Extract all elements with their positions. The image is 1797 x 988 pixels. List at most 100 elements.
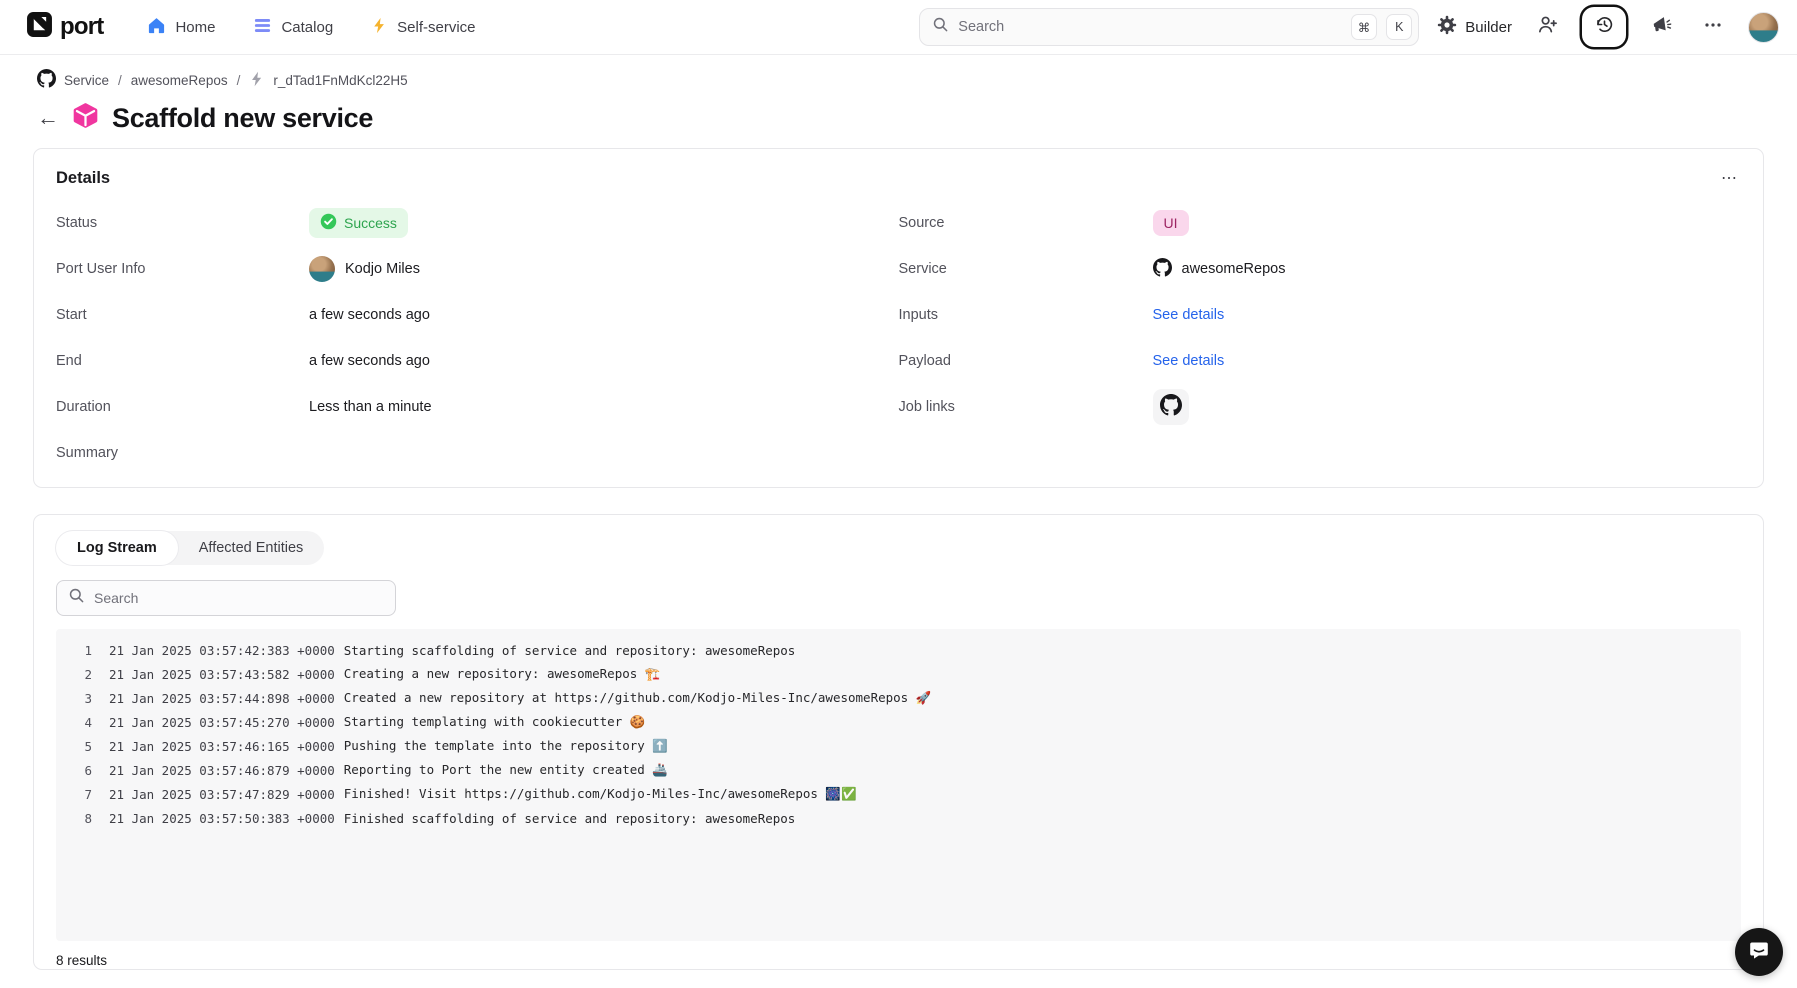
detail-row: Job links [899,384,1742,430]
global-search-placeholder: Search [958,19,1342,35]
cube-icon [72,102,99,134]
detail-row: Enda few seconds ago [56,338,899,384]
detail-value: Kodjo Miles [309,256,420,282]
log-message: Starting templating with cookiecutter 🍪 [344,714,646,730]
audit-history-button[interactable] [1582,7,1626,47]
status-badge-label: Success [344,215,397,231]
port-logo[interactable]: port [26,11,103,43]
log-line-number: 1 [56,643,92,658]
nav-item-home[interactable]: Home [147,16,215,39]
source-badge: UI [1153,210,1189,236]
detail-label: Status [56,215,309,231]
search-icon [68,587,85,609]
log-line: 4 21 Jan 2025 03:57:45:270 +0000 Starting … [56,710,1741,734]
log-line: 3 21 Jan 2025 03:57:44:898 +0000 Created a… [56,686,1741,710]
results-count: 8 results [56,953,1741,968]
log-stream-output: 121 Jan 2025 03:57:42:383 +0000Starting … [56,629,1741,941]
log-message: Finished scaffolding of service and repo… [344,811,796,826]
primary-nav: Home Catalog Self-service [147,16,475,39]
gear-icon [1437,15,1457,39]
detail-label: Payload [899,353,1153,369]
log-line-number: 3 [56,691,92,706]
announcements-button[interactable] [1644,10,1678,44]
detail-label: Start [56,307,309,323]
breadcrumb-item[interactable]: Service [37,69,109,91]
details-left-column: StatusSuccessPort User InfoKodjo MilesSt… [56,200,899,476]
nav-item-label: Catalog [281,19,333,36]
cmd-key-badge: ⌘ [1351,14,1378,40]
breadcrumb: Service/awesomeRepos/r_dTad1FnMdKcl22H5 [37,69,1797,91]
log-line-number: 7 [56,787,92,802]
port-logo-text: port [60,13,103,41]
detail-label: Inputs [899,307,1153,323]
job-link-github-button[interactable] [1153,389,1189,425]
breadcrumb-label: Service [64,73,109,88]
log-message: Starting scaffolding of service and repo… [344,643,796,658]
global-search-input[interactable]: Search ⌘ K [919,8,1419,46]
page-title: Scaffold new service [112,103,373,134]
detail-value: See details [1153,307,1225,323]
log-timestamp: 21 Jan 2025 03:57:47:829 +0000 [109,787,335,802]
person-add-icon [1537,14,1558,40]
see-details-link[interactable]: See details [1153,353,1225,369]
github-icon [1160,394,1182,420]
tab-affected-entities[interactable]: Affected Entities [178,531,325,565]
builder-button[interactable]: Builder [1437,15,1512,39]
breadcrumb-separator: / [118,73,122,88]
log-line-number: 6 [56,763,92,778]
log-timestamp: 21 Jan 2025 03:57:46:879 +0000 [109,763,335,778]
invite-user-button[interactable] [1530,10,1564,44]
log-message: Creating a new repository: awesomeRepos … [344,666,661,682]
detail-label: End [56,353,309,369]
github-icon [37,69,56,91]
megaphone-icon [1651,14,1672,40]
navbar-more-button[interactable] [1696,10,1730,44]
log-timestamp: 21 Jan 2025 03:57:46:165 +0000 [109,739,335,754]
see-details-link[interactable]: See details [1153,307,1225,323]
detail-value: UI [1153,210,1189,236]
log-timestamp: 21 Jan 2025 03:57:45:270 +0000 [109,715,335,730]
tab-log-stream[interactable]: Log Stream [56,531,178,565]
detail-text-value: a few seconds ago [309,353,430,369]
log-line-number: 4 [56,715,92,730]
log-line: 7 21 Jan 2025 03:57:47:829 +0000 Finished!… [56,782,1741,806]
log-search-input[interactable]: Search [56,580,396,616]
detail-value: awesomeRepos [1153,258,1286,281]
log-message: Finished! Visit https://github.com/Kodjo… [344,786,857,802]
log-line: 521 Jan 2025 03:57:46:165 +0000Pushing t… [56,734,1741,758]
nav-item-label: Self-service [397,19,475,36]
detail-row: Summary [56,430,899,476]
details-more-button[interactable]: ⋯ [1717,166,1741,190]
detail-text-value: a few seconds ago [309,307,430,323]
chat-widget-button[interactable] [1735,928,1783,976]
user-mini-avatar [309,256,335,282]
details-right-column: SourceUIServiceawesomeReposInputsSee det… [899,200,1742,476]
status-badge: Success [309,208,408,238]
log-timestamp: 21 Jan 2025 03:57:44:898 +0000 [109,691,335,706]
nav-item-catalog[interactable]: Catalog [253,16,333,39]
home-icon [147,16,166,39]
log-timestamp: 21 Jan 2025 03:57:43:582 +0000 [109,667,335,682]
builder-label: Builder [1465,19,1512,36]
back-button[interactable]: ← [37,107,59,129]
user-avatar[interactable] [1748,12,1779,43]
lightning-icon [371,17,388,38]
log-message: Created a new repository at https://gith… [344,690,932,706]
detail-label: Source [899,215,1153,231]
log-timestamp: 21 Jan 2025 03:57:50:383 +0000 [109,811,335,826]
breadcrumb-label: r_dTad1FnMdKcl22H5 [273,73,407,88]
detail-row: PayloadSee details [899,338,1742,384]
nav-item-self-service[interactable]: Self-service [371,17,475,38]
detail-value: a few seconds ago [309,307,430,323]
history-icon [1594,14,1615,40]
breadcrumb-item[interactable]: r_dTad1FnMdKcl22H5 [249,71,407,90]
service-name: awesomeRepos [1182,261,1286,277]
breadcrumb-item[interactable]: awesomeRepos [131,73,228,88]
detail-value: Less than a minute [309,399,432,415]
user-name: Kodjo Miles [345,261,420,277]
detail-label: Job links [899,399,1153,415]
check-circle-icon [320,213,337,233]
github-icon [1153,258,1172,281]
log-message: Reporting to Port the new entity created… [344,762,668,778]
log-line: 121 Jan 2025 03:57:42:383 +0000Starting … [56,638,1741,662]
